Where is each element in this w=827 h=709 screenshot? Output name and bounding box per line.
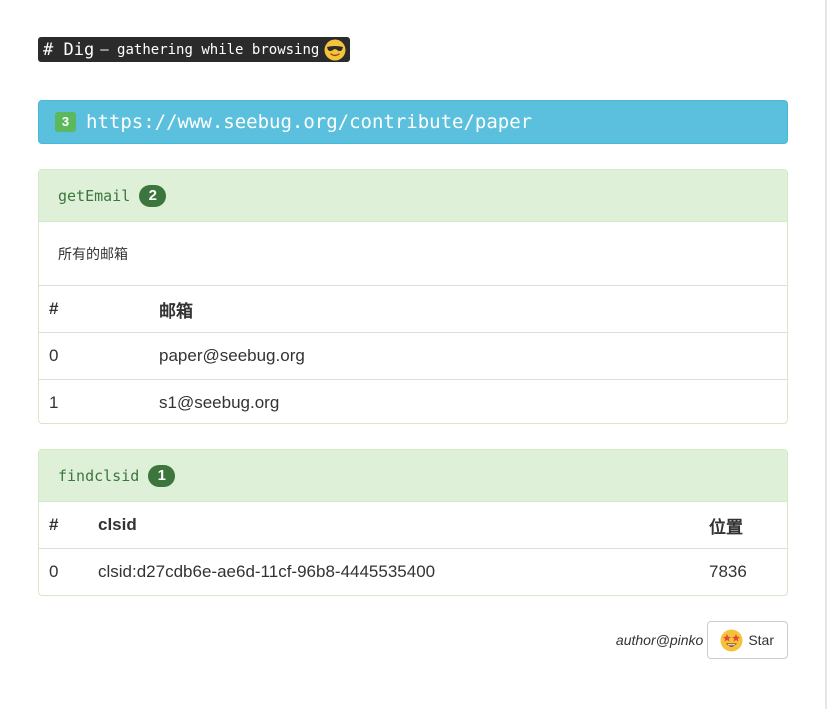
panel-getemail: getEmail 2 所有的邮箱 # 邮箱 0 paper@seebug.org… [38,169,788,424]
panel-description: 所有的邮箱 [58,246,128,263]
table-row: 0 clsid:d27cdb6e-ae6d-11cf-96b8-44455354… [39,549,787,596]
page: # Dig – gathering while browsing 3 https… [0,0,827,709]
table-row: 0 paper@seebug.org [39,332,787,380]
app-subtitle: – gathering while browsing [100,41,320,58]
cell-email: paper@seebug.org [149,332,787,380]
result-count-badge: 2 [139,184,167,207]
column-header-index: # [39,285,149,333]
cell-index: 0 [39,332,149,380]
panel-title: getEmail [58,186,131,205]
column-header-index: # [39,502,88,549]
panel-title: findclsid [58,466,140,485]
column-header-clsid: clsid [88,502,699,549]
star-button[interactable]: Star [707,621,788,659]
column-header-email: 邮箱 [149,285,787,333]
panel-heading[interactable]: findclsid 1 [39,450,787,502]
app-title-badge: # Dig – gathering while browsing [38,37,351,62]
sunglasses-emoji-icon [324,39,346,60]
clsid-table: # clsid 位置 0 clsid:d27cdb6e-ae6d-11cf-96… [39,502,787,595]
cell-index: 0 [49,562,59,581]
table-header-row: # 邮箱 [39,285,787,333]
cell-index: 1 [39,379,149,423]
result-count-badge: 1 [148,464,176,487]
star-struck-emoji-icon [720,629,743,651]
column-header-position: 位置 [699,502,787,549]
app-title: # Dig [43,39,95,60]
star-button-label: Star [748,632,774,648]
page-url[interactable]: https://www.seebug.org/contribute/paper [86,111,532,133]
url-count-badge: 3 [55,112,76,132]
cell-position: 7836 [709,562,747,581]
cell-email: s1@seebug.org [149,379,787,423]
email-table: # 邮箱 0 paper@seebug.org 1 s1@seebug.org [39,285,787,423]
panel-findclsid: findclsid 1 # clsid 位置 0 clsid:d27cdb6e-… [38,449,788,596]
cell-clsid: clsid:d27cdb6e-ae6d-11cf-96b8-4445535400 [98,562,436,581]
table-row: 1 s1@seebug.org [39,379,787,423]
table-header-row: # clsid 位置 [39,502,787,549]
author-credit: author@pinko [615,632,704,648]
panel-heading[interactable]: getEmail 2 [39,170,787,222]
footer: author@pinko Star [616,621,788,659]
url-banner: 3 https://www.seebug.org/contribute/pape… [38,100,788,144]
